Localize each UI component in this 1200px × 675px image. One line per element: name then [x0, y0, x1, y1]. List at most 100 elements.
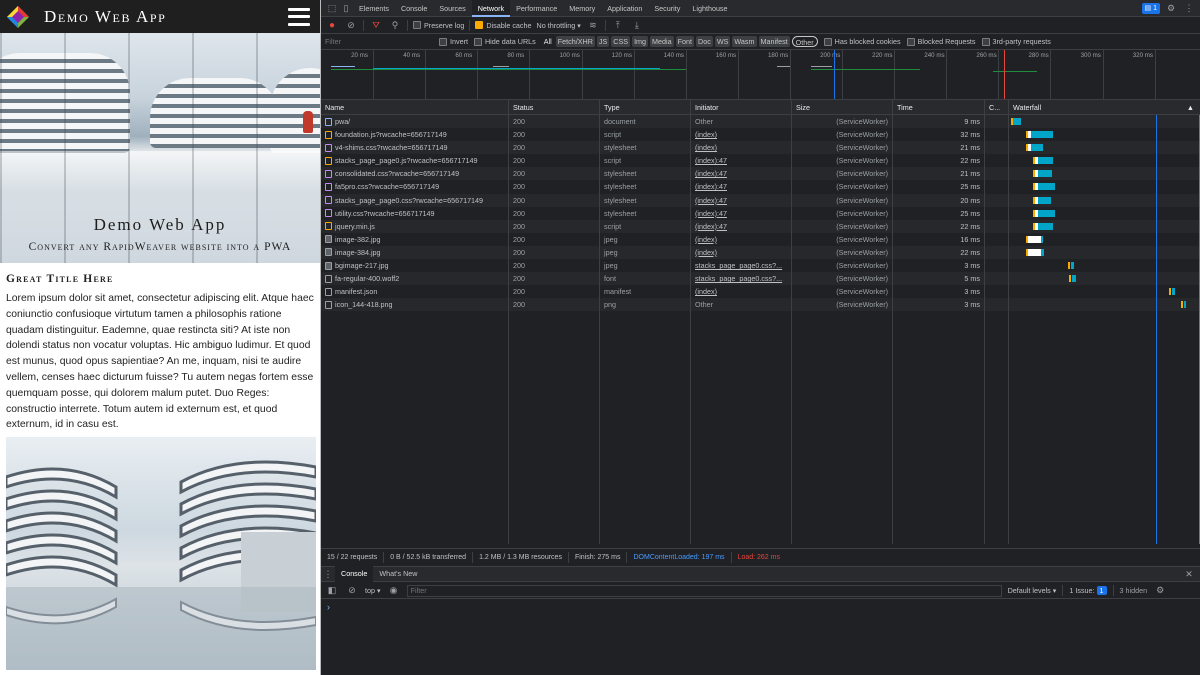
request-initiator[interactable]: (index): [691, 141, 792, 155]
device-toolbar-icon[interactable]: ▯: [339, 1, 353, 15]
tab-security[interactable]: Security: [648, 0, 686, 17]
clear-icon[interactable]: ⊘: [344, 18, 358, 32]
filter-type-media[interactable]: Media: [650, 36, 674, 47]
drawer-tab-whats-new[interactable]: What's New: [373, 566, 423, 582]
issues-link[interactable]: 1 Issue: 1: [1069, 586, 1107, 595]
request-name[interactable]: pwa/: [321, 115, 509, 129]
tab-application[interactable]: Application: [601, 0, 648, 17]
drawer-tab-console[interactable]: Console: [335, 566, 374, 582]
network-conditions-icon[interactable]: ≋: [586, 18, 600, 32]
column-initiator[interactable]: Initiator: [691, 100, 792, 115]
filter-type-all[interactable]: All: [542, 36, 554, 47]
tab-network[interactable]: Network: [471, 0, 511, 17]
request-name[interactable]: stacks_page_page0.js?rwcache=656717149: [321, 154, 509, 168]
request-name[interactable]: image-384.jpg: [321, 245, 509, 260]
filter-type-doc[interactable]: Doc: [696, 36, 713, 47]
column-name[interactable]: Name: [321, 100, 509, 115]
filter-funnel-icon[interactable]: ⛛: [369, 18, 383, 32]
request-waterfall[interactable]: [1009, 115, 1200, 128]
filter-type-wasm[interactable]: Wasm: [732, 36, 757, 47]
request-name[interactable]: icon_144-418.png: [321, 298, 509, 312]
request-initiator[interactable]: (index):47: [691, 193, 792, 207]
column-type[interactable]: Type: [600, 100, 691, 115]
request-waterfall[interactable]: [1009, 154, 1200, 167]
sidebar-toggle-icon[interactable]: ◧: [325, 584, 339, 598]
table-row[interactable]: image-384.jpg 200 jpeg (index) (ServiceWorke…: [321, 245, 1200, 260]
request-waterfall[interactable]: [1009, 285, 1200, 298]
request-initiator[interactable]: (index): [691, 232, 792, 246]
request-waterfall[interactable]: [1009, 194, 1200, 207]
table-row[interactable]: icon_144-418.png 200 png Other (ServiceWorke…: [321, 298, 1200, 312]
export-har-icon[interactable]: ⤓: [630, 18, 644, 32]
settings-gear-icon[interactable]: ⚙: [1164, 1, 1178, 15]
request-initiator[interactable]: (index):47: [691, 219, 792, 233]
request-name[interactable]: stacks_page_page0.css?rwcache=656717149: [321, 193, 509, 207]
request-initiator[interactable]: (index): [691, 285, 792, 299]
drawer-menu-icon[interactable]: ⋮: [321, 567, 335, 581]
filter-type-font[interactable]: Font: [675, 36, 695, 47]
request-waterfall[interactable]: [1009, 259, 1200, 272]
table-row[interactable]: fa5pro.css?rwcache=656717149 200 styleshee…: [321, 180, 1200, 194]
tab-console[interactable]: Console: [395, 0, 433, 17]
request-initiator[interactable]: (index): [691, 245, 792, 260]
network-filter-input[interactable]: [325, 35, 433, 48]
column-status[interactable]: Status: [509, 100, 600, 115]
tab-sources[interactable]: Sources: [433, 0, 471, 17]
request-waterfall[interactable]: [1009, 298, 1200, 311]
tab-elements[interactable]: Elements: [353, 0, 395, 17]
record-icon[interactable]: ●: [325, 18, 339, 32]
request-waterfall[interactable]: [1009, 180, 1200, 193]
request-initiator[interactable]: stacks_page_page0.css?...: [691, 272, 792, 286]
request-waterfall[interactable]: [1009, 128, 1200, 141]
request-initiator[interactable]: (index):47: [691, 167, 792, 181]
filter-type-manifest[interactable]: Manifest: [758, 36, 790, 47]
third-party-checkbox[interactable]: 3rd-party requests: [981, 37, 1051, 46]
console-filter-input[interactable]: [406, 584, 1002, 597]
table-row[interactable]: jquery.min.js 200 script (index):47 (Service…: [321, 219, 1200, 233]
disable-cache-checkbox[interactable]: Disable cache: [475, 21, 532, 30]
request-name[interactable]: fa-regular-400.woff2: [321, 272, 509, 286]
filter-type-ws[interactable]: WS: [714, 36, 731, 47]
column-size[interactable]: Size: [792, 100, 893, 115]
more-options-icon[interactable]: ⋮: [1182, 1, 1196, 15]
tab-lighthouse[interactable]: Lighthouse: [686, 0, 733, 17]
context-select[interactable]: top ▾: [365, 586, 381, 595]
table-row[interactable]: pwa/200 document Other (ServiceWorker) 9 ms: [321, 115, 1200, 129]
request-initiator[interactable]: (index):47: [691, 206, 792, 220]
tab-memory[interactable]: Memory: [563, 0, 601, 17]
column-time[interactable]: Time: [893, 100, 985, 115]
filter-type-other[interactable]: Other: [791, 36, 818, 47]
table-row[interactable]: stacks_page_page0.css?rwcache=656717149 2…: [321, 193, 1200, 207]
request-waterfall[interactable]: [1009, 220, 1200, 233]
table-row[interactable]: stacks_page_page0.js?rwcache=656717149 20…: [321, 154, 1200, 168]
request-name[interactable]: manifest.json: [321, 285, 509, 299]
table-row[interactable]: fa-regular-400.woff2 200 font stacks_page_p…: [321, 272, 1200, 286]
preserve-log-checkbox[interactable]: Preserve log: [413, 21, 464, 30]
close-drawer-icon[interactable]: ✕: [1182, 567, 1196, 581]
blocked-requests-checkbox[interactable]: Blocked Requests: [906, 37, 976, 46]
request-waterfall[interactable]: [1009, 207, 1200, 220]
request-name[interactable]: jquery.min.js: [321, 219, 509, 233]
table-row[interactable]: foundation.js?rwcache=656717149 200 script…: [321, 128, 1200, 142]
has-blocked-cookies-checkbox[interactable]: Has blocked cookies: [823, 37, 901, 46]
filter-type-js[interactable]: JS: [596, 36, 610, 47]
filter-type-img[interactable]: Img: [632, 36, 649, 47]
live-expression-eye-icon[interactable]: ◉: [387, 584, 401, 598]
table-row[interactable]: utility.css?rwcache=656717149 200 styleshe…: [321, 206, 1200, 220]
tab-performance[interactable]: Performance: [510, 0, 563, 17]
request-initiator[interactable]: (index):47: [691, 180, 792, 194]
filter-type-css[interactable]: CSS: [611, 36, 631, 47]
request-waterfall[interactable]: [1009, 246, 1200, 259]
request-initiator[interactable]: (index): [691, 128, 792, 142]
table-row[interactable]: consolidated.css?rwcache=656717149 200 sty…: [321, 167, 1200, 181]
request-waterfall[interactable]: [1009, 272, 1200, 285]
request-name[interactable]: bgimage-217.jpg: [321, 259, 509, 273]
filter-type-fetch-xhr[interactable]: Fetch/XHR: [555, 36, 595, 47]
issues-badge[interactable]: ▤ 1: [1141, 2, 1160, 14]
hide-data-urls-checkbox[interactable]: Hide data URLs: [473, 37, 536, 46]
request-name[interactable]: v4-shims.css?rwcache=656717149: [321, 141, 509, 155]
column-waterfall[interactable]: Waterfall ▲: [1009, 100, 1200, 115]
inspect-element-icon[interactable]: ⬚: [325, 1, 339, 15]
request-waterfall[interactable]: [1009, 141, 1200, 154]
console-settings-gear-icon[interactable]: ⚙: [1153, 584, 1167, 598]
